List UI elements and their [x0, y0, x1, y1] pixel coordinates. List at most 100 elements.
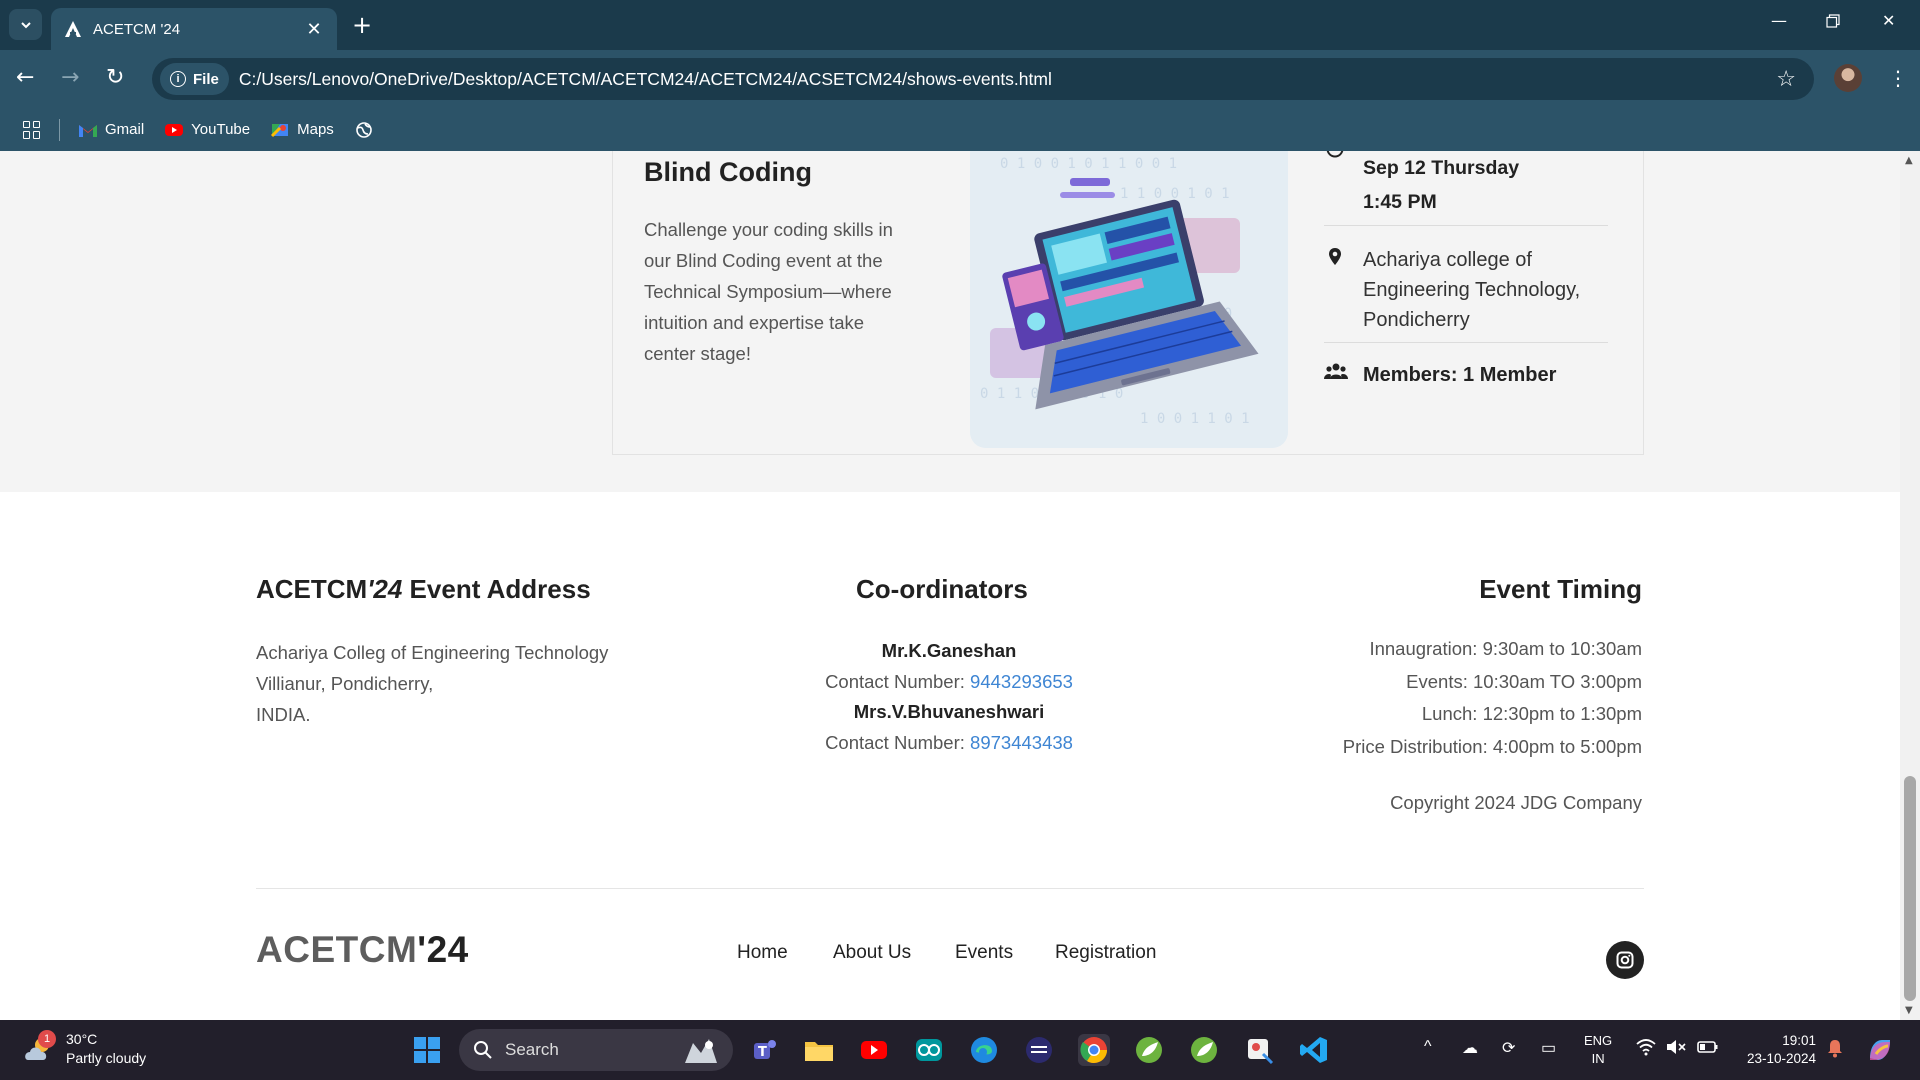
browser-tab-active[interactable]: ACETCM '24 ✕ [51, 8, 337, 50]
language-indicator[interactable]: ENG IN [1584, 1032, 1612, 1068]
coordinators-heading: Co-ordinators [856, 574, 1028, 604]
vscode-icon[interactable] [1298, 1034, 1330, 1066]
tray-overflow-icon[interactable]: ^ [1424, 1038, 1432, 1056]
bookmark-globe[interactable] [354, 121, 381, 138]
apps-grid-icon[interactable] [23, 120, 41, 139]
clock-icon [1326, 151, 1344, 158]
svg-text:0 1 0 0 1 0 1 1 0 0 1: 0 1 0 0 1 0 1 1 0 0 1 [1000, 156, 1177, 172]
scroll-up-icon[interactable]: ▲ [1905, 155, 1913, 166]
edge-icon[interactable] [968, 1034, 1000, 1066]
page-viewport: Blind Coding Challenge your coding skill… [0, 151, 1900, 1020]
footer-brand-logo[interactable]: ACETCM'24 [256, 929, 469, 971]
browser-toolbar: ← → ↻ i File C:/Users/Lenovo/OneDrive/De… [0, 50, 1920, 108]
instagram-button[interactable] [1606, 941, 1644, 979]
new-tab-button[interactable]: + [352, 12, 372, 38]
clock-date: 23-10-2024 [1746, 1051, 1816, 1066]
event-date: Sep 12 Thursday [1363, 157, 1520, 179]
timing-heading: Event Timing [1479, 574, 1642, 604]
address-line: INDIA. [256, 704, 311, 725]
teams-icon[interactable]: T [748, 1034, 780, 1066]
page-scrollbar[interactable]: ▲ ▼ [1900, 151, 1920, 1020]
tab-search-button[interactable] [9, 9, 42, 40]
system-clock[interactable]: 19:01 23-10-2024 [1740, 1032, 1816, 1068]
event-datetime-row: Sep 12 Thursday 1:45 PM [1324, 151, 1608, 226]
chrome-icon[interactable] [1078, 1034, 1110, 1066]
event-card: Blind Coding Challenge your coding skill… [612, 151, 1644, 455]
bookmark-label: YouTube [191, 121, 251, 138]
volume-muted-icon[interactable] [1666, 1038, 1686, 1061]
acetcm-favicon-icon [65, 21, 81, 37]
copilot-icon[interactable] [1864, 1034, 1896, 1066]
spring-tool-icon[interactable] [1133, 1034, 1165, 1066]
event-info-column: Sep 12 Thursday 1:45 PM Achariya college… [1324, 151, 1608, 411]
event-members: Members: 1 Member [1363, 364, 1557, 386]
clock-time: 19:01 [1782, 1033, 1816, 1048]
svg-text:1 1 0 0 1 0 1: 1 1 0 0 1 0 1 [1120, 186, 1230, 202]
onedrive-icon[interactable]: ☁ [1462, 1038, 1478, 1058]
timing-block: Innaugration: 9:30am to 10:30am Events: … [1343, 633, 1642, 763]
taskbar-search[interactable]: Search [459, 1029, 733, 1071]
footer-nav-events[interactable]: Events [955, 942, 1013, 964]
timing-line: Innaugration: 9:30am to 10:30am [1369, 638, 1642, 659]
phone-link[interactable]: 8973443438 [970, 732, 1073, 753]
sync-icon[interactable]: ⟳ [1502, 1038, 1515, 1058]
address-line: Villianur, Pondicherry, [256, 673, 434, 694]
bookmark-label: Gmail [105, 121, 145, 138]
wifi-icon[interactable] [1636, 1038, 1656, 1061]
bookmark-gmail[interactable]: Gmail [78, 121, 144, 138]
close-window-icon[interactable]: ✕ [1882, 11, 1895, 30]
copyright-text: Copyright 2024 JDG Company [1390, 792, 1642, 813]
browser-tab-bar: ACETCM '24 ✕ + — ✕ [0, 0, 1920, 50]
timing-line: Events: 10:30am TO 3:00pm [1406, 670, 1642, 692]
coordinator-contact: Contact Number: 9443293653 [825, 670, 1073, 692]
weather-desc: Partly cloudy [66, 1050, 147, 1066]
reload-icon[interactable]: ↻ [106, 66, 124, 90]
site-info-chip[interactable]: i File [160, 63, 229, 95]
arduino-icon[interactable] [913, 1034, 945, 1066]
back-arrow-icon[interactable]: ← [16, 66, 34, 90]
url-text[interactable]: C:/Users/Lenovo/OneDrive/Desktop/ACETCM/… [239, 69, 1776, 90]
scroll-down-icon[interactable]: ▼ [1905, 1005, 1913, 1016]
file-explorer-icon[interactable] [803, 1034, 835, 1066]
restore-icon[interactable] [1826, 13, 1840, 32]
taskbar-search-label: Search [505, 1040, 559, 1059]
search-icon [474, 1041, 492, 1059]
bookmark-youtube[interactable]: YouTube [164, 121, 250, 138]
close-tab-icon[interactable]: ✕ [303, 19, 325, 40]
editor-app-icon[interactable] [1023, 1034, 1055, 1066]
address-bar[interactable]: i File C:/Users/Lenovo/OneDrive/Desktop/… [152, 58, 1814, 100]
event-title: Blind Coding [644, 157, 812, 187]
spring-tool-2-icon[interactable] [1188, 1034, 1220, 1066]
footer-nav-registration[interactable]: Registration [1055, 942, 1156, 964]
tablet-mode-icon[interactable]: ▭ [1541, 1038, 1556, 1058]
weather-badge: 1 [38, 1030, 56, 1048]
phone-link[interactable]: 9443293653 [970, 671, 1073, 692]
weather-temp: 30°C [66, 1031, 98, 1047]
bookmark-star-icon[interactable]: ☆ [1776, 67, 1796, 92]
gmail-icon [79, 124, 97, 137]
event-venue-row: Achariya college of Engineering Technolo… [1324, 226, 1608, 343]
scroll-thumb[interactable] [1904, 776, 1916, 1001]
svg-text:1 0 0 1 1 0 1: 1 0 0 1 1 0 1 [1140, 411, 1250, 427]
chevron-down-icon [20, 21, 31, 28]
profile-avatar[interactable] [1834, 64, 1862, 92]
notification-bell-icon[interactable] [1826, 1038, 1844, 1063]
coordinators-block: Mr.K.Ganeshan Contact Number: 9443293653… [769, 636, 1129, 758]
windows-start-icon[interactable] [411, 1034, 443, 1066]
weather-widget[interactable]: 1 30°C Partly cloudy [22, 1030, 146, 1068]
minimize-icon[interactable]: — [1771, 11, 1787, 30]
kebab-menu-icon[interactable]: ⋮ [1888, 64, 1908, 92]
svg-text:T: T [758, 1045, 767, 1060]
snipping-tool-icon[interactable] [1243, 1034, 1275, 1066]
globe-icon [356, 121, 372, 138]
footer-nav-about[interactable]: About Us [833, 942, 911, 964]
maps-icon [271, 123, 289, 137]
bookmark-maps[interactable]: Maps [270, 121, 334, 138]
timing-line: Lunch: 12:30pm to 1:30pm [1421, 703, 1642, 724]
youtube-app-icon[interactable] [858, 1034, 890, 1066]
coordinator-name: Mrs.V.Bhuvaneshwari [853, 701, 1045, 722]
instagram-icon [1616, 951, 1634, 969]
battery-icon[interactable] [1697, 1038, 1719, 1061]
forward-arrow-icon[interactable]: → [61, 66, 79, 90]
footer-nav-home[interactable]: Home [737, 942, 788, 964]
